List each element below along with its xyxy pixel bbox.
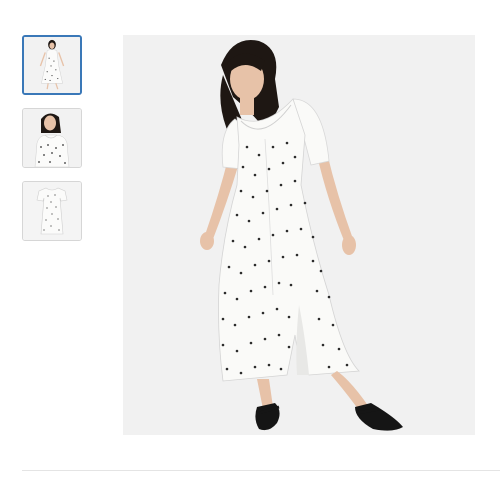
thumbnail-flatlay-image (23, 182, 81, 240)
main-product-image[interactable] (123, 35, 475, 435)
thumbnail-strip (22, 35, 84, 254)
section-divider (22, 470, 500, 471)
thumbnail-closeup-image (23, 109, 81, 167)
product-gallery-page (0, 0, 500, 486)
thumbnail-closeup-view[interactable] (22, 108, 82, 168)
thumbnail-flatlay-view[interactable] (22, 181, 82, 241)
model-in-dress-image (123, 35, 475, 435)
thumbnail-front-view[interactable] (22, 35, 82, 95)
thumbnail-front-image (24, 37, 80, 93)
